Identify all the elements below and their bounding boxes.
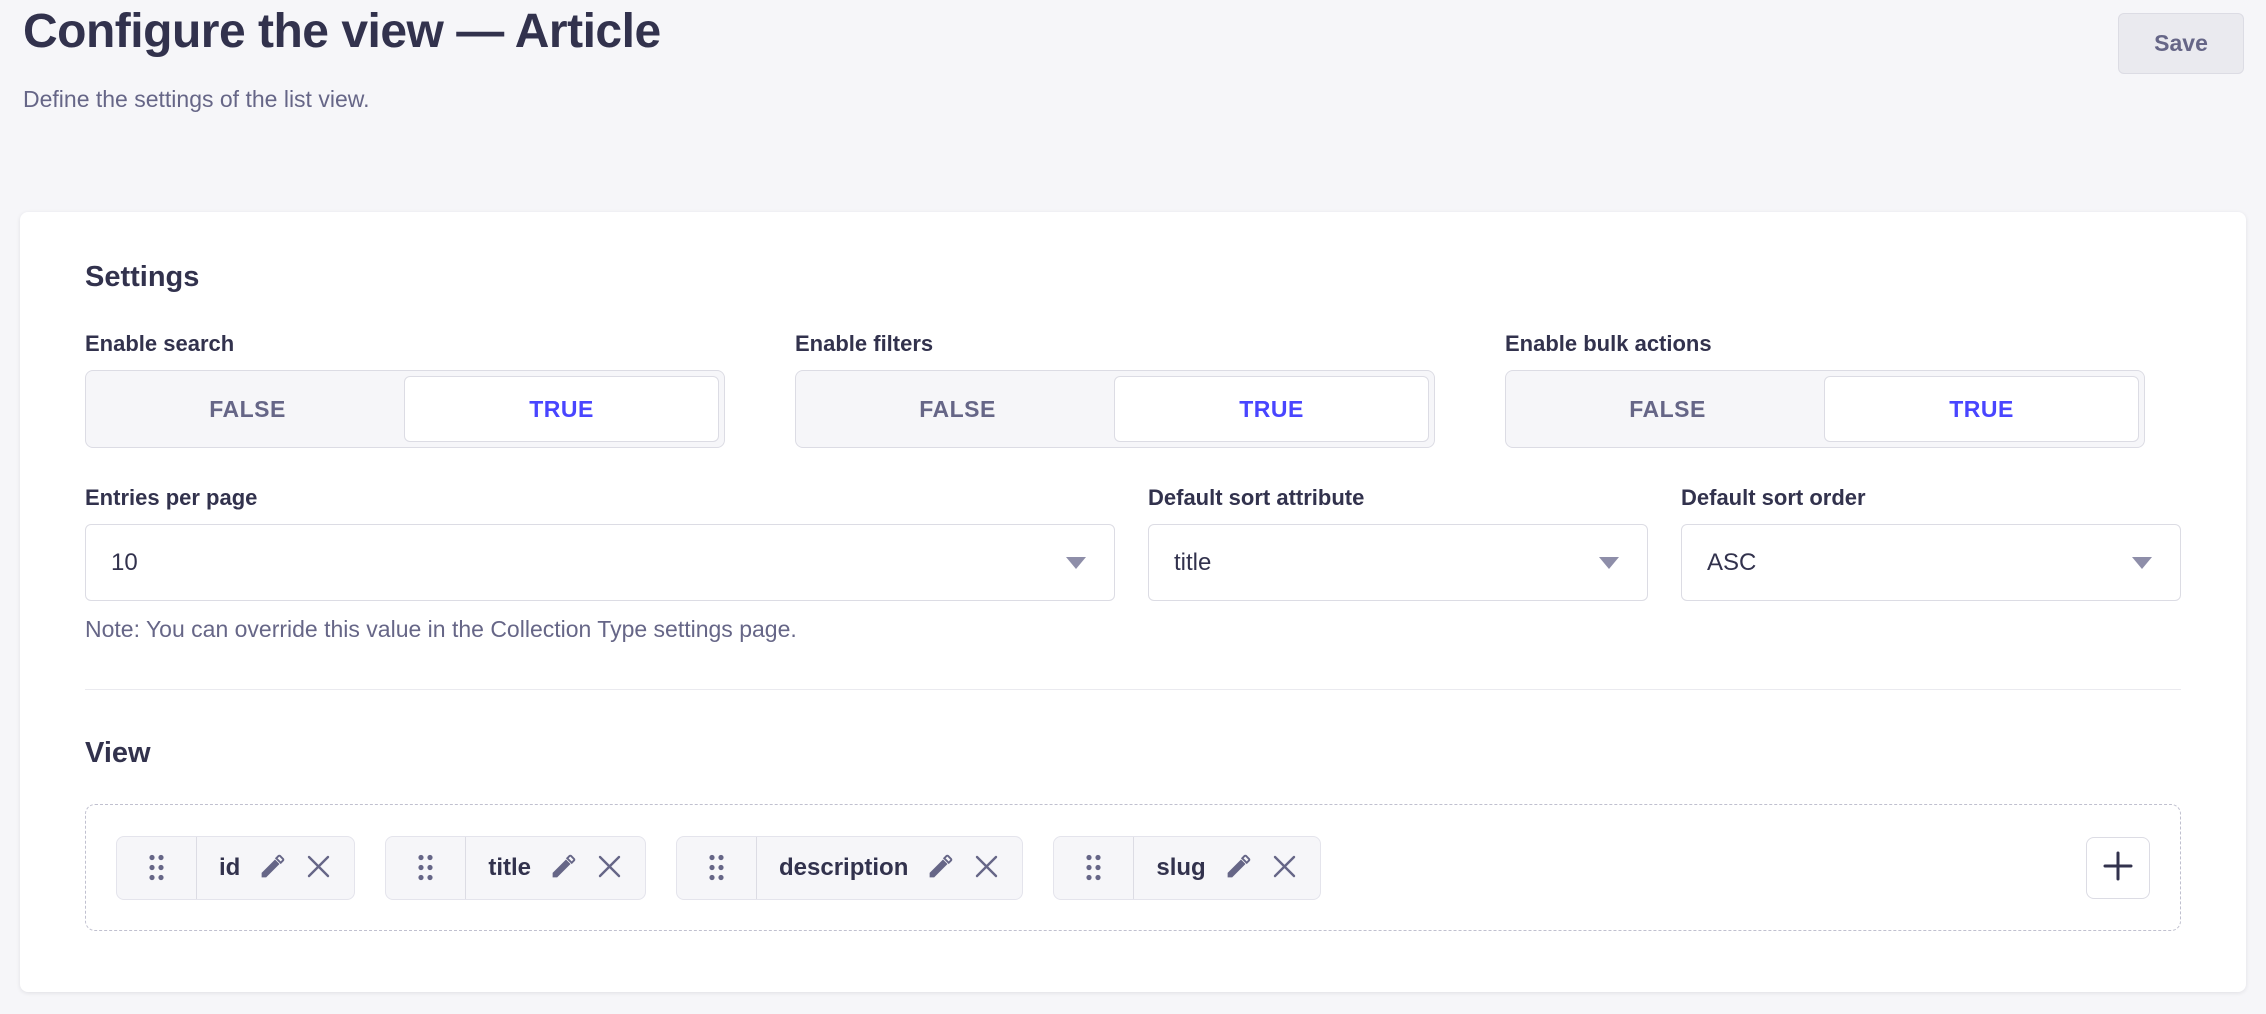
drag-handle-icon[interactable] (677, 837, 757, 899)
toggle-true-option[interactable]: TRUE (1824, 376, 2139, 442)
remove-field-button[interactable] (596, 853, 623, 883)
field-label: Default sort attribute (1148, 486, 1648, 510)
field-chip-label: slug (1156, 854, 1205, 882)
view-heading: View (85, 738, 2181, 770)
toggle-group-enable-filters: Enable filters FALSE TRUE (795, 332, 1435, 448)
field-chip: description (676, 836, 1023, 900)
drag-handle-icon[interactable] (117, 837, 197, 899)
note-text: Note: You can override this value in the… (85, 616, 1115, 643)
remove-field-button[interactable] (305, 853, 332, 883)
drag-handle-icon[interactable] (386, 837, 466, 899)
close-icon (305, 853, 332, 883)
field-chip-label: description (779, 854, 908, 882)
toggle-false-option[interactable]: FALSE (801, 376, 1114, 442)
page-subtitle: Define the settings of the list view. (23, 86, 369, 113)
pencil-icon (258, 852, 287, 884)
toggle-false-option[interactable]: FALSE (91, 376, 404, 442)
field-label: Enable search (85, 332, 725, 356)
settings-card: Settings Enable search FALSE TRUE Enable… (20, 212, 2246, 992)
field-label: Enable filters (795, 332, 1435, 356)
toggle-true-option[interactable]: TRUE (1114, 376, 1429, 442)
field-chip: title (385, 836, 646, 900)
select-value: ASC (1707, 549, 1756, 577)
save-button[interactable]: Save (2118, 13, 2244, 74)
settings-heading: Settings (85, 262, 2181, 294)
edit-field-button[interactable] (258, 852, 287, 884)
select-group-default-sort-order: Default sort order ASC (1681, 486, 2181, 643)
chevron-down-icon (1598, 549, 1620, 577)
default-sort-attribute-select[interactable]: title (1148, 524, 1648, 601)
field-label: Enable bulk actions (1505, 332, 2145, 356)
field-chip: id (116, 836, 355, 900)
edit-field-button[interactable] (926, 852, 955, 884)
toggle-enable-bulk-actions: FALSE TRUE (1505, 370, 2145, 448)
toggle-enable-search: FALSE TRUE (85, 370, 725, 448)
remove-field-button[interactable] (1271, 853, 1298, 883)
pencil-icon (926, 852, 955, 884)
remove-field-button[interactable] (973, 853, 1000, 883)
plus-icon (2102, 850, 2134, 885)
toggle-true-option[interactable]: TRUE (404, 376, 719, 442)
drag-handle-icon[interactable] (1054, 837, 1134, 899)
view-field-list: id title (85, 804, 2181, 931)
close-icon (1271, 853, 1298, 883)
close-icon (973, 853, 1000, 883)
pencil-icon (549, 852, 578, 884)
select-group-default-sort-attribute: Default sort attribute title (1148, 486, 1648, 643)
field-chip-label: id (219, 854, 240, 882)
field-chip: slug (1053, 836, 1320, 900)
chip-body: slug (1134, 837, 1319, 899)
select-group-entries-per-page: Entries per page 10 Note: You can overri… (85, 486, 1115, 643)
edit-field-button[interactable] (549, 852, 578, 884)
close-icon (596, 853, 623, 883)
selects-row: Entries per page 10 Note: You can overri… (85, 486, 2181, 643)
chip-body: id (197, 837, 354, 899)
chip-body: description (757, 837, 1022, 899)
field-chip-label: title (488, 854, 531, 882)
chevron-down-icon (1065, 549, 1087, 577)
toggles-row: Enable search FALSE TRUE Enable filters … (85, 332, 2181, 448)
add-field-button[interactable] (2086, 837, 2150, 899)
toggle-group-enable-bulk-actions: Enable bulk actions FALSE TRUE (1505, 332, 2145, 448)
pencil-icon (1224, 852, 1253, 884)
chip-body: title (466, 837, 645, 899)
edit-field-button[interactable] (1224, 852, 1253, 884)
entries-per-page-select[interactable]: 10 (85, 524, 1115, 601)
chevron-down-icon (2131, 549, 2153, 577)
page-header: Configure the view — Article Define the … (0, 0, 2266, 212)
section-divider (85, 689, 2181, 690)
default-sort-order-select[interactable]: ASC (1681, 524, 2181, 601)
toggle-enable-filters: FALSE TRUE (795, 370, 1435, 448)
select-value: 10 (111, 549, 138, 577)
field-label: Default sort order (1681, 486, 2181, 510)
select-value: title (1174, 549, 1211, 577)
toggle-group-enable-search: Enable search FALSE TRUE (85, 332, 725, 448)
toggle-false-option[interactable]: FALSE (1511, 376, 1824, 442)
page-title: Configure the view — Article (23, 2, 661, 62)
field-label: Entries per page (85, 486, 1115, 510)
